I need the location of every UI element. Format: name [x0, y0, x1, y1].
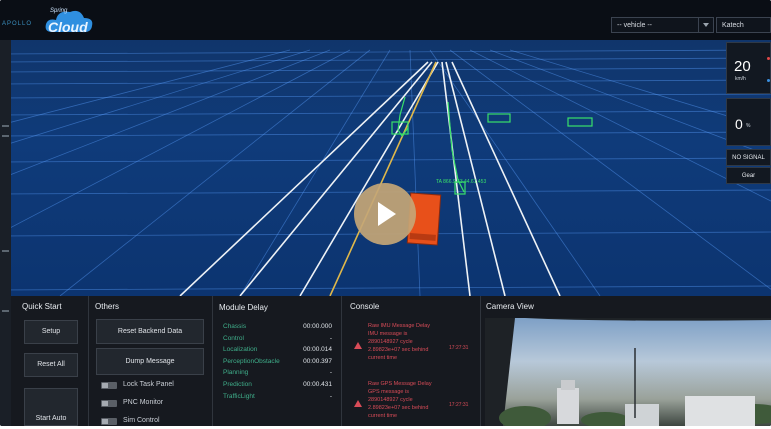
- module-delay-value: -: [329, 335, 332, 342]
- signal-panel: NO SIGNAL: [726, 149, 771, 166]
- warning-icon: [354, 400, 362, 407]
- app-frame: TA 866.9.43.44.61.453 APOLLO Spring Clou…: [0, 0, 771, 426]
- speed-value: 20: [734, 58, 751, 75]
- quick-start-title: Quick Start: [22, 302, 62, 311]
- dump-message-button[interactable]: Dump Message: [96, 348, 204, 375]
- setup-button[interactable]: Setup: [24, 320, 78, 344]
- sidebar-mark: [2, 125, 9, 127]
- start-auto-button[interactable]: Start Auto: [24, 388, 78, 426]
- module-delay-value: -: [329, 369, 332, 376]
- console-line: Raw GPS Message Delay: [368, 381, 432, 387]
- logo-small-text: Spring: [50, 8, 68, 14]
- map-select[interactable]: Katech: [716, 17, 771, 33]
- cloud-logo: Spring Cloud: [44, 6, 96, 36]
- obstacle-label: TA 866.9.43.44.61.453: [436, 179, 486, 185]
- obstacles: [391, 96, 593, 195]
- signal-text: NO SIGNAL: [732, 155, 765, 161]
- toggle-label: Sim Control: [123, 417, 160, 424]
- lock-task-panel-toggle[interactable]: [101, 382, 117, 389]
- gear-label: Gear: [741, 173, 756, 179]
- sim-control-toggle[interactable]: [101, 418, 117, 425]
- module-delay-title: Module Delay: [219, 303, 268, 312]
- console-line: 2.89823e+07 sec behind: [368, 347, 429, 353]
- throttle-unit: %: [746, 123, 751, 129]
- map-select-value: Katech: [722, 22, 744, 29]
- reset-backend-button[interactable]: Reset Backend Data: [96, 319, 204, 344]
- throttle-value: 0: [735, 116, 743, 132]
- gear-panel: Gear: [726, 167, 771, 184]
- throttle-panel: 0 %: [726, 98, 771, 146]
- others-title: Others: [95, 302, 120, 311]
- play-button[interactable]: [354, 183, 416, 245]
- module-name: PerceptionObstacle: [223, 358, 280, 365]
- console-timestamp: 17:27:31: [449, 402, 469, 408]
- module-delay-value: 00:00.000: [303, 323, 332, 330]
- lane-center-line: [329, 61, 437, 297]
- console-title: Console: [350, 302, 380, 311]
- vehicle-select[interactable]: -- vehicle --: [611, 17, 714, 33]
- console-line: IMU message is: [368, 331, 408, 337]
- sidebar-mark: [2, 135, 9, 137]
- console-line: Raw IMU Message Delay: [368, 323, 431, 329]
- warning-icon: [354, 342, 362, 349]
- console-line: current time: [368, 413, 398, 419]
- logo-big-text: Cloud: [48, 19, 88, 35]
- module-delay-value: 00:00.431: [303, 381, 332, 388]
- module-delay-value: 00:00.397: [303, 358, 332, 365]
- accel-indicator-icon: [767, 79, 770, 82]
- divider: [341, 296, 342, 426]
- vehicle-select-value: -- vehicle --: [617, 22, 653, 29]
- pnc-monitor-toggle[interactable]: [101, 400, 117, 407]
- top-bar: APOLLO Spring Cloud -- vehicle -- Katech: [0, 0, 771, 40]
- module-delay-value: -: [329, 393, 332, 400]
- console-line: 2.89823e+07 sec behind: [368, 405, 429, 411]
- console-line: current time: [368, 355, 398, 361]
- divider: [88, 296, 89, 426]
- left-sidebar[interactable]: [0, 40, 11, 426]
- scene-view[interactable]: TA 866.9.43.44.61.453: [0, 40, 771, 297]
- reset-all-button[interactable]: Reset All: [24, 353, 78, 377]
- console-line: 2890148927 cycle: [368, 339, 413, 345]
- camera-feed: [485, 318, 771, 426]
- camera-image: [485, 318, 771, 426]
- module-name: Control: [223, 335, 244, 342]
- brand-text: APOLLO: [2, 21, 33, 27]
- module-name: Chassis: [223, 323, 247, 330]
- console-timestamp: 17:27:31: [449, 345, 469, 351]
- toggle-label: PNC Monitor: [123, 399, 164, 406]
- brake-indicator-icon: [767, 57, 770, 60]
- module-name: Prediction: [223, 381, 252, 388]
- divider: [212, 296, 213, 426]
- chevron-down-icon: [698, 18, 713, 32]
- speed-unit: km/h: [735, 76, 746, 82]
- module-delay-value: 00:00.014: [303, 346, 332, 353]
- divider: [480, 296, 481, 426]
- camera-view-title: Camera View: [486, 302, 534, 311]
- sidebar-mark: [2, 250, 9, 252]
- toggle-label: Lock Task Panel: [123, 381, 174, 388]
- scene-canvas: TA 866.9.43.44.61.453: [0, 49, 771, 297]
- console-line: GPS message is: [368, 389, 409, 395]
- speed-panel: 20 km/h: [726, 42, 771, 94]
- module-name: Planning: [223, 369, 249, 376]
- module-name: TrafficLight: [223, 393, 255, 400]
- sidebar-mark: [2, 310, 9, 312]
- module-name: Localization: [223, 346, 258, 353]
- console-line: 2890148927 cycle: [368, 397, 413, 403]
